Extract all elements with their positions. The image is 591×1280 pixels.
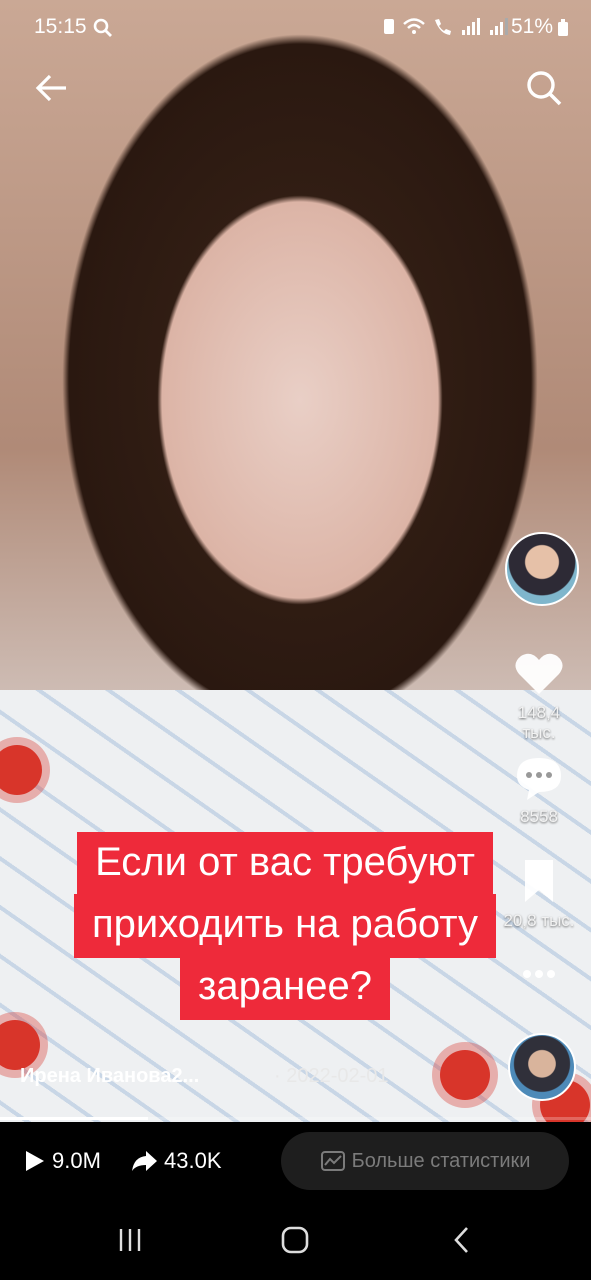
creator-avatar[interactable]	[505, 532, 579, 606]
more-dots-icon	[523, 970, 555, 978]
status-time: 15:15	[34, 15, 87, 38]
arrow-left-icon	[35, 74, 66, 102]
search-icon	[93, 18, 112, 37]
heart-icon	[515, 653, 563, 694]
volte-call-icon	[435, 19, 451, 35]
signal-icon	[462, 18, 480, 35]
stats-bar: 9.0M 43.0K Больше статистики	[0, 1122, 591, 1200]
video-progress-bar[interactable]	[0, 1117, 591, 1120]
video-flower	[440, 1050, 490, 1100]
video-progress-fill	[0, 1117, 148, 1120]
more-options-button[interactable]	[499, 962, 579, 991]
analytics-icon	[320, 1151, 345, 1171]
home-button[interactable]	[275, 1222, 315, 1258]
search-button[interactable]	[524, 68, 564, 108]
bookmark-icon	[525, 860, 553, 902]
video-caption: Если от вас требуют приходить на работу …	[50, 832, 520, 1020]
save-count: 20,8 тыс.	[503, 911, 575, 930]
more-stats-label: Больше статистики	[351, 1149, 531, 1172]
nav-back-button[interactable]	[442, 1222, 482, 1258]
status-icons	[382, 16, 510, 36]
plays-stat: 9.0M	[22, 1148, 101, 1174]
like-button[interactable]: 148,4 тыс.	[499, 650, 579, 743]
search-icon	[527, 71, 562, 106]
back-button[interactable]	[32, 68, 72, 108]
save-button[interactable]: 20,8 тыс.	[499, 858, 579, 931]
battery-percent: 51%	[510, 15, 553, 38]
plays-count: 9.0M	[52, 1148, 101, 1173]
sound-disc[interactable]	[508, 1033, 576, 1101]
post-date: · 2022-02-01	[274, 1065, 389, 1087]
comment-count: 8558	[520, 807, 558, 826]
caption-line: приходить на работу	[73, 894, 497, 958]
caption-line: Если от вас требуют	[77, 832, 493, 896]
status-bar: 15:15 51%	[0, 0, 591, 56]
shares-count: 43.0K	[164, 1148, 222, 1173]
signal-2-icon	[490, 18, 508, 35]
play-icon	[26, 1151, 44, 1171]
recents-button[interactable]	[110, 1222, 150, 1258]
chevron-left-icon	[454, 1227, 468, 1253]
share-icon	[132, 1151, 157, 1171]
more-stats-button[interactable]: Больше статистики	[281, 1132, 569, 1190]
battery-saver-icon	[384, 19, 394, 34]
comment-icon	[517, 758, 561, 800]
shares-stat: 43.0K	[130, 1148, 222, 1174]
system-nav-bar	[0, 1200, 591, 1280]
recents-icon	[119, 1229, 141, 1251]
author-name[interactable]: Ирена Иванова2...	[20, 1065, 199, 1088]
home-icon	[281, 1226, 309, 1254]
caption-line: заранее?	[180, 956, 390, 1020]
like-count: 148,4 тыс.	[517, 703, 561, 742]
wifi-icon	[403, 18, 425, 34]
comment-button[interactable]: 8558	[499, 754, 579, 827]
battery-icon	[558, 19, 568, 36]
